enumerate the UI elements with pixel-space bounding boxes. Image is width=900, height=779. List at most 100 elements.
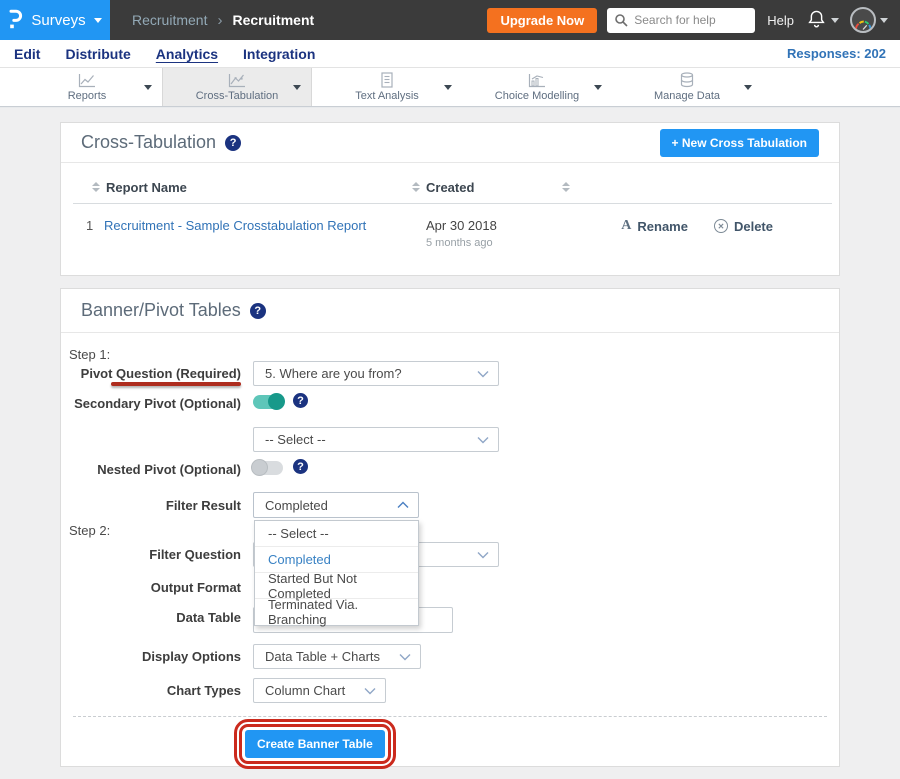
delete-button[interactable]: ✕ Delete <box>714 218 773 234</box>
tab-text-analysis[interactable]: Text Analysis <box>312 68 462 106</box>
red-highlight-annotation: Create Banner Table <box>239 724 391 764</box>
new-cross-tabulation-button[interactable]: + New Cross Tabulation <box>660 129 820 157</box>
filter-result-value: Completed <box>265 498 328 513</box>
chevron-down-icon[interactable] <box>594 85 602 90</box>
chevron-down-icon[interactable] <box>444 85 452 90</box>
step2-label: Step 2: <box>69 523 110 538</box>
avatar <box>850 7 876 33</box>
created-ago: 5 months ago <box>426 237 576 249</box>
table-row: 1 Recruitment - Sample Crosstabulation R… <box>86 204 819 249</box>
sort-icon[interactable] <box>406 182 426 192</box>
chevron-down-icon <box>364 687 376 694</box>
banner-pivot-form: Step 1: Pivot Question (Required) 5. Whe… <box>61 333 839 767</box>
nav-item-distribute[interactable]: Distribute <box>65 46 130 62</box>
tab-reports[interactable]: Reports <box>12 68 162 106</box>
display-options-select[interactable]: Data Table + Charts <box>253 644 421 669</box>
chevron-down-icon <box>880 18 888 23</box>
responses-count[interactable]: Responses: 202 <box>787 46 886 61</box>
chevron-down-icon <box>477 551 489 558</box>
tab-manage-data[interactable]: Manage Data <box>612 68 762 106</box>
help-question-icon[interactable]: ? <box>250 303 266 319</box>
text-document-icon <box>380 72 394 88</box>
questionpro-logo-icon <box>8 9 23 32</box>
chevron-down-icon[interactable] <box>293 85 301 90</box>
help-question-icon[interactable]: ? <box>225 135 241 151</box>
dropdown-option[interactable]: -- Select -- <box>255 521 418 547</box>
report-link[interactable]: Recruitment - Sample Crosstabulation Rep… <box>104 218 426 233</box>
chevron-down-icon <box>399 653 411 660</box>
help-question-icon[interactable]: ? <box>293 393 308 408</box>
secondary-pivot-label: Secondary Pivot (Optional) <box>61 396 241 411</box>
red-underline-annotation <box>111 382 241 386</box>
breadcrumb-separator-icon: › <box>217 12 222 29</box>
search-icon <box>614 13 628 30</box>
tab-label: Text Analysis <box>355 90 419 102</box>
chevron-down-icon[interactable] <box>744 85 752 90</box>
cross-tabulation-header: Cross-Tabulation ? + New Cross Tabulatio… <box>61 123 839 163</box>
chevron-down-icon[interactable] <box>144 85 152 90</box>
delete-circle-x-icon: ✕ <box>714 219 728 233</box>
dropdown-option[interactable]: Terminated Via. Branching <box>255 599 418 625</box>
create-banner-table-button[interactable]: Create Banner Table <box>245 730 385 758</box>
surveys-product-menu[interactable]: Surveys <box>0 0 110 40</box>
chevron-down-icon <box>94 18 102 23</box>
account-menu[interactable] <box>850 7 888 33</box>
tab-cross-tabulation[interactable]: Cross-Tabulation <box>162 68 312 106</box>
chart-types-select[interactable]: Column Chart <box>253 678 386 703</box>
row-index: 1 <box>86 218 104 233</box>
nested-pivot-toggle[interactable] <box>253 461 283 475</box>
toggle-knob <box>268 393 285 410</box>
line-chart-icon <box>78 72 96 88</box>
nav-item-integration[interactable]: Integration <box>243 46 315 62</box>
nav-item-edit[interactable]: Edit <box>14 46 40 62</box>
display-options-label: Display Options <box>61 649 241 664</box>
toggle-knob <box>251 459 268 476</box>
filter-question-label: Filter Question <box>61 547 241 562</box>
breadcrumb-parent[interactable]: Recruitment <box>132 12 207 28</box>
chevron-down-icon <box>477 436 489 443</box>
secondary-pivot-value: -- Select -- <box>265 432 326 447</box>
display-options-value: Data Table + Charts <box>265 649 380 664</box>
divider <box>73 716 827 717</box>
chart-types-value: Column Chart <box>265 683 345 698</box>
sort-icon[interactable] <box>556 182 576 192</box>
tab-label: Manage Data <box>654 90 720 102</box>
notifications-menu[interactable] <box>807 9 839 32</box>
analytics-toolbar: Reports Cross-Tabulation Text Analysis C… <box>0 68 900 107</box>
banner-pivot-header: Banner/Pivot Tables ? <box>61 289 839 333</box>
sort-icon[interactable] <box>86 182 106 192</box>
reports-table: Report Name Created 1 Recruitment - Samp… <box>61 163 839 275</box>
data-table-label: Data Table <box>61 610 241 625</box>
filter-result-label: Filter Result <box>61 498 241 513</box>
help-search-input[interactable] <box>607 8 755 33</box>
help-search <box>607 8 755 33</box>
choice-chart-icon <box>528 72 546 88</box>
filter-result-select[interactable]: Completed <box>253 492 419 518</box>
rename-icon: A <box>621 218 631 234</box>
nav-item-analytics[interactable]: Analytics <box>156 46 218 62</box>
column-report-name[interactable]: Report Name <box>106 180 406 195</box>
chevron-up-icon <box>397 502 409 509</box>
step1-label: Step 1: <box>69 347 110 362</box>
tab-choice-modelling[interactable]: Choice Modelling <box>462 68 612 106</box>
help-link[interactable]: Help <box>767 13 794 28</box>
rename-button[interactable]: A Rename <box>621 218 688 234</box>
tab-label: Cross-Tabulation <box>196 90 279 102</box>
secondary-pivot-toggle[interactable] <box>253 395 283 409</box>
page-title: Cross-Tabulation <box>81 132 216 153</box>
chevron-down-icon <box>831 18 839 23</box>
chevron-down-icon <box>477 370 489 377</box>
dropdown-option[interactable]: Started But Not Completed <box>255 573 418 599</box>
dropdown-option-selected[interactable]: Completed <box>255 547 418 573</box>
new-cross-tabulation-label: New Cross Tabulation <box>682 136 807 150</box>
pivot-question-select[interactable]: 5. Where are you from? <box>253 361 499 386</box>
crosstab-chart-icon <box>228 72 246 88</box>
tab-label: Reports <box>68 90 107 102</box>
section-title: Banner/Pivot Tables <box>81 300 241 321</box>
column-created[interactable]: Created <box>426 180 556 195</box>
help-question-icon[interactable]: ? <box>293 459 308 474</box>
secondary-pivot-select[interactable]: -- Select -- <box>253 427 499 452</box>
upgrade-now-button[interactable]: Upgrade Now <box>487 8 597 33</box>
created-cell: Apr 30 2018 5 months ago <box>426 218 576 249</box>
product-label: Surveys <box>31 12 85 29</box>
